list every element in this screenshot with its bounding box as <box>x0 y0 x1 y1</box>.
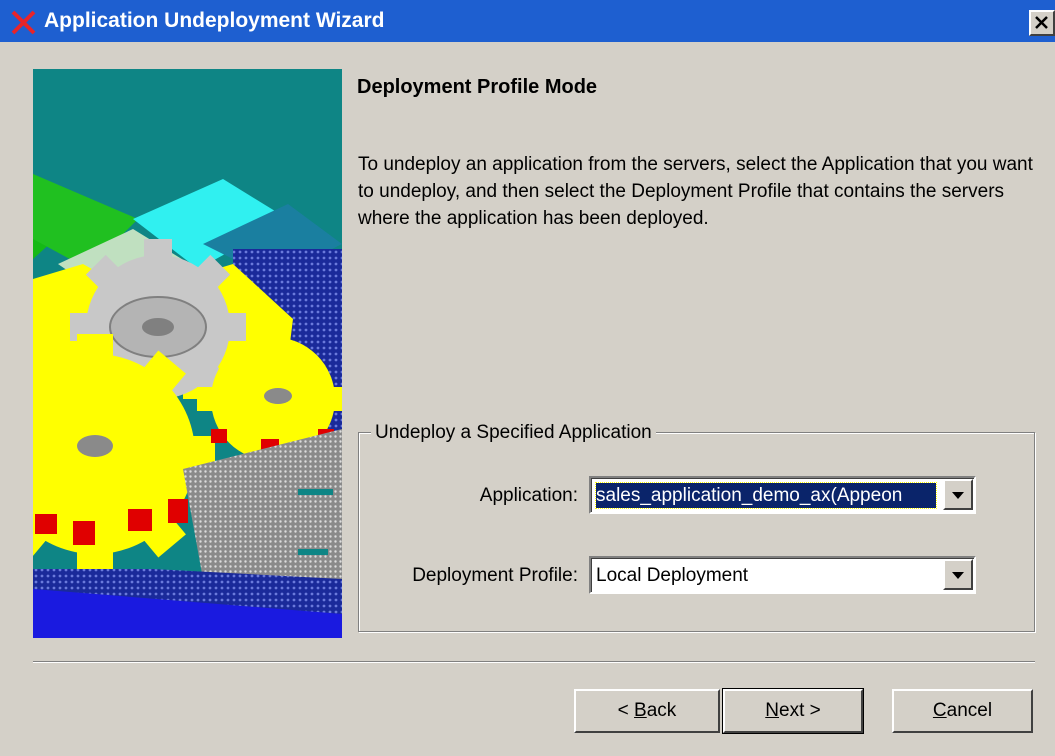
chevron-down-icon <box>952 572 964 579</box>
close-icon <box>1035 16 1048 29</box>
application-combobox[interactable]: sales_application_demo_ax(Appeon <box>589 476 976 514</box>
next-button-label: ext > <box>779 700 821 721</box>
cancel-button[interactable]: Cancel <box>892 689 1033 733</box>
page-heading: Deployment Profile Mode <box>357 76 598 98</box>
chevron-down-icon <box>952 492 964 499</box>
title-bar[interactable]: Application Undeployment Wizard <box>0 0 1055 42</box>
wizard-banner-image <box>33 69 342 638</box>
next-button[interactable]: Next > <box>722 688 864 734</box>
back-button-label: ack <box>646 700 677 721</box>
undeploy-groupbox <box>358 432 1035 632</box>
deployment-profile-label: Deployment Profile: <box>412 565 578 586</box>
window-title: Application Undeployment Wizard <box>44 9 385 32</box>
app-icon <box>11 10 36 35</box>
button-separator <box>33 661 1035 663</box>
back-button-accel: B <box>634 700 647 721</box>
wizard-window: Application Undeployment Wizard Deployme… <box>0 0 1055 756</box>
cancel-button-accel: C <box>932 700 947 721</box>
back-button[interactable]: < Back <box>574 689 720 733</box>
cancel-button-label: ancel <box>946 700 993 721</box>
back-button-prefix: < <box>617 700 635 721</box>
page-description: To undeploy an application from the serv… <box>358 154 1033 229</box>
deployment-profile-dropdown-button[interactable] <box>943 559 973 590</box>
application-combobox-value: sales_application_demo_ax(Appeon <box>595 482 937 509</box>
deployment-profile-combobox-value: Local Deployment <box>596 565 749 586</box>
next-button-accel: N <box>765 700 779 721</box>
application-dropdown-button[interactable] <box>943 479 973 510</box>
close-button[interactable] <box>1029 10 1055 36</box>
groupbox-legend: Undeploy a Specified Application <box>371 420 656 446</box>
application-label: Application: <box>479 485 578 506</box>
deployment-profile-combobox[interactable]: Local Deployment <box>589 556 976 594</box>
